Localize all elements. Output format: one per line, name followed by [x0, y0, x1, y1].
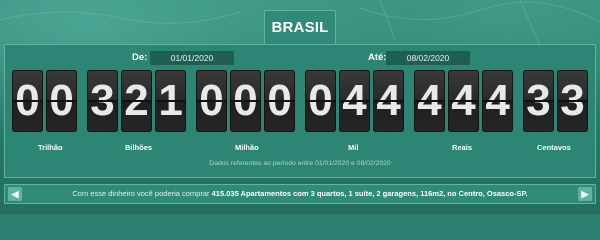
unit-label-trilhao: Trilhão: [38, 143, 63, 152]
chevron-left-icon[interactable]: ◀: [8, 187, 22, 201]
unit-label-mil: Mil: [348, 143, 359, 152]
from-date-label: De:: [132, 52, 148, 63]
counter-digit: 4: [482, 70, 514, 132]
counter-digit: 4: [413, 70, 446, 132]
period-note: Dados referentes ao período entre 01/01/…: [209, 160, 391, 167]
to-date-field[interactable]: 08/02/2020: [386, 51, 470, 65]
counter-digit: 4: [447, 70, 480, 132]
unit-label-milhao: Milhão: [235, 143, 259, 152]
counter-digit: 2: [120, 70, 153, 132]
purchase-highlight: 415.035 Apartamentos com 3 quartos, 1 su…: [211, 189, 528, 198]
counter-digit: 0: [11, 70, 44, 132]
chevron-right-icon[interactable]: ▶: [578, 187, 592, 201]
counter-digit: 0: [264, 70, 296, 132]
unit-label-centavos: Centavos: [537, 143, 571, 152]
from-date-field[interactable]: 01/01/2020: [150, 51, 234, 65]
debt-counter: 0 0 3 2 1 0 0 0 0 4 4 4 4 4 3 3: [11, 70, 589, 132]
counter-digit: 3: [556, 70, 589, 132]
counter-digit: 3: [86, 70, 119, 132]
counter-digit: 4: [373, 70, 405, 132]
counter-digit: 0: [46, 70, 78, 132]
counter-digit: 0: [195, 70, 228, 132]
counter-digit: 0: [229, 70, 262, 132]
counter-digit: 0: [304, 70, 337, 132]
to-date-label: Até:: [368, 52, 387, 63]
counter-digit: 4: [338, 70, 371, 132]
unit-label-bilhoes: Bilhões: [125, 143, 153, 152]
counter-digit: 3: [522, 70, 555, 132]
tab-brasil[interactable]: BRASIL: [264, 10, 336, 44]
purchase-prefix: Com esse dinheiro você poderia comprar: [72, 189, 210, 198]
purchase-text: Com esse dinheiro você poderia comprar 4…: [24, 189, 576, 198]
counter-digit: 1: [155, 70, 187, 132]
unit-label-reais: Reais: [452, 143, 473, 152]
